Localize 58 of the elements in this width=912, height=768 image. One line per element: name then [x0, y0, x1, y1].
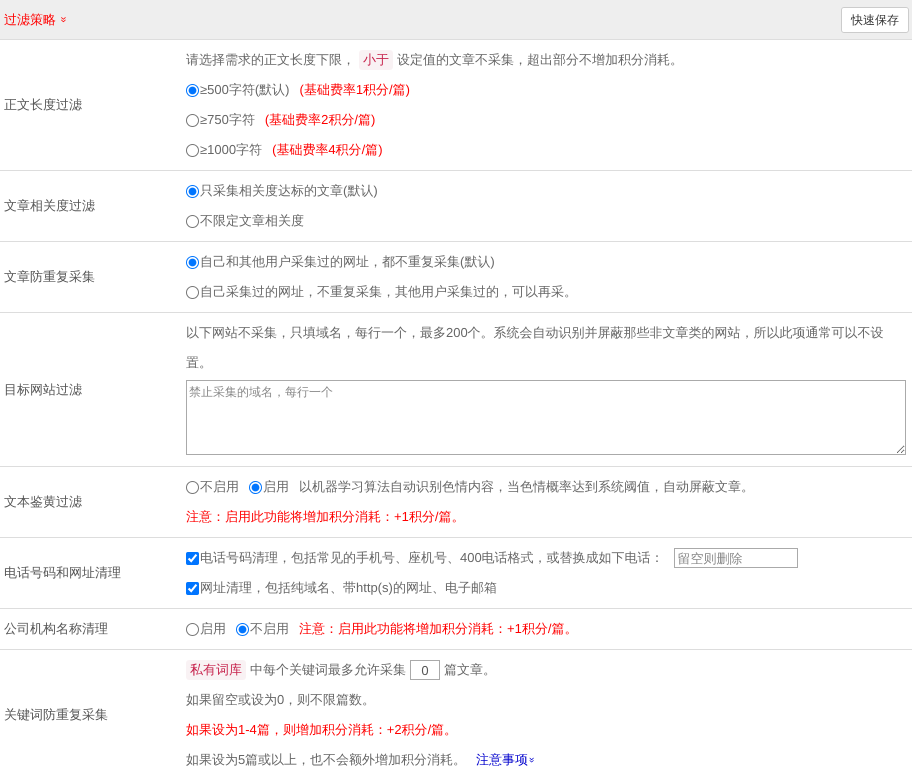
warning-text: 如果设为1-4篇，则增加积分消耗：+2积分/篇。 [186, 721, 458, 739]
warning-text: 注意：启用此功能将增加积分消耗：+1积分/篇。 [186, 508, 464, 526]
option-label[interactable]: 只采集相关度达标的文章(默认) [200, 181, 378, 201]
option-label[interactable]: 网址清理，包括纯域名、带http(s)的网址、电子邮箱 [200, 578, 497, 598]
expand-icon[interactable]: » [526, 757, 536, 763]
expand-icon[interactable]: » [58, 16, 69, 23]
warning-text: 注意：启用此功能将增加积分消耗：+1积分/篇。 [299, 620, 578, 638]
description-text: 请选择需求的正文长度下限， [186, 51, 355, 69]
phone-input-field[interactable]: 留空则删除 [674, 548, 798, 568]
radio-button[interactable] [186, 84, 199, 96]
radio-button[interactable] [249, 480, 262, 494]
option-label[interactable]: 电话号码清理，包括常见的手机号、座机号、400电话格式，或替换成如下电话： [200, 548, 664, 568]
description-text: 篇文章。 [444, 661, 496, 679]
radio-button[interactable] [186, 622, 199, 636]
option-label[interactable]: 不启用 [200, 477, 239, 497]
radio-button[interactable] [186, 144, 199, 156]
radio-button[interactable] [186, 214, 199, 228]
keyword-tag: 小于 [359, 50, 393, 70]
description-text: 以机器学习算法自动识别色情内容，当色情概率达到系统阈值，自动屏蔽文章。 [299, 478, 754, 496]
description-text: 中每个关键词最多允许采集 [250, 661, 406, 679]
radio-button[interactable] [186, 256, 199, 268]
row-label: 文章相关度过滤 [4, 197, 95, 216]
row-label: 正文长度过滤 [4, 96, 82, 114]
warning-text: (基础费率1积分/篇) [299, 81, 410, 99]
radio-button[interactable] [186, 184, 199, 198]
row-label: 公司机构名称清理 [4, 620, 108, 638]
option-label[interactable]: 自己和其他用户采集过的网址，都不重复采集(默认) [200, 252, 495, 272]
option-label[interactable]: 自己采集过的网址，不重复采集，其他用户采集过的，可以再采。 [200, 282, 577, 302]
section-title: 过滤策略 [4, 10, 56, 29]
row-label: 文本鉴黄过滤 [4, 493, 82, 512]
radio-button[interactable] [186, 114, 199, 126]
option-label[interactable]: 不限定文章相关度 [200, 211, 304, 231]
description-text: 如果设为5篇或以上，也不会额外增加积分消耗。 [186, 751, 466, 768]
description-text: 以下网站不采集，只填域名，每行一个，最多200个。系统会自动识别并屏蔽那些非文章类的网站，所以此项通常可以不设置。 [186, 324, 885, 372]
row-label: 文章防重复采集 [4, 268, 95, 286]
domain-textarea[interactable]: 禁止采集的域名，每行一个 [186, 380, 906, 455]
radio-button[interactable] [236, 622, 249, 636]
description-text: 设定值的文章不采集，超出部分不增加积分消耗。 [397, 51, 683, 69]
radio-button[interactable] [186, 286, 199, 298]
warning-text: (基础费率2积分/篇) [264, 111, 376, 129]
option-label[interactable]: ≥500字符(默认) [200, 80, 290, 100]
description-text: 如果留空或设为0，则不限篇数。 [186, 691, 376, 709]
notes-link[interactable]: 注意事项 [476, 750, 528, 768]
option-label[interactable]: ≥750字符 [200, 110, 255, 130]
row-label: 关键词防重复采集 [4, 706, 108, 724]
option-label[interactable]: ≥1000字符 [200, 140, 262, 160]
option-label[interactable]: 启用 [263, 477, 289, 497]
count-input-field[interactable]: 0 [410, 660, 440, 680]
checkbox[interactable] [186, 582, 199, 594]
row-label: 电话号码和网址清理 [4, 564, 121, 582]
option-label[interactable]: 不启用 [250, 619, 289, 639]
warning-text: (基础费率4积分/篇) [272, 141, 383, 159]
row-label: 目标网站过滤 [4, 380, 82, 399]
radio-button[interactable] [186, 480, 199, 494]
keyword-tag: 私有词库 [186, 660, 246, 680]
option-label[interactable]: 启用 [200, 619, 226, 639]
quick-save-button[interactable]: 快速保存 [841, 6, 909, 32]
checkbox[interactable] [186, 552, 199, 564]
